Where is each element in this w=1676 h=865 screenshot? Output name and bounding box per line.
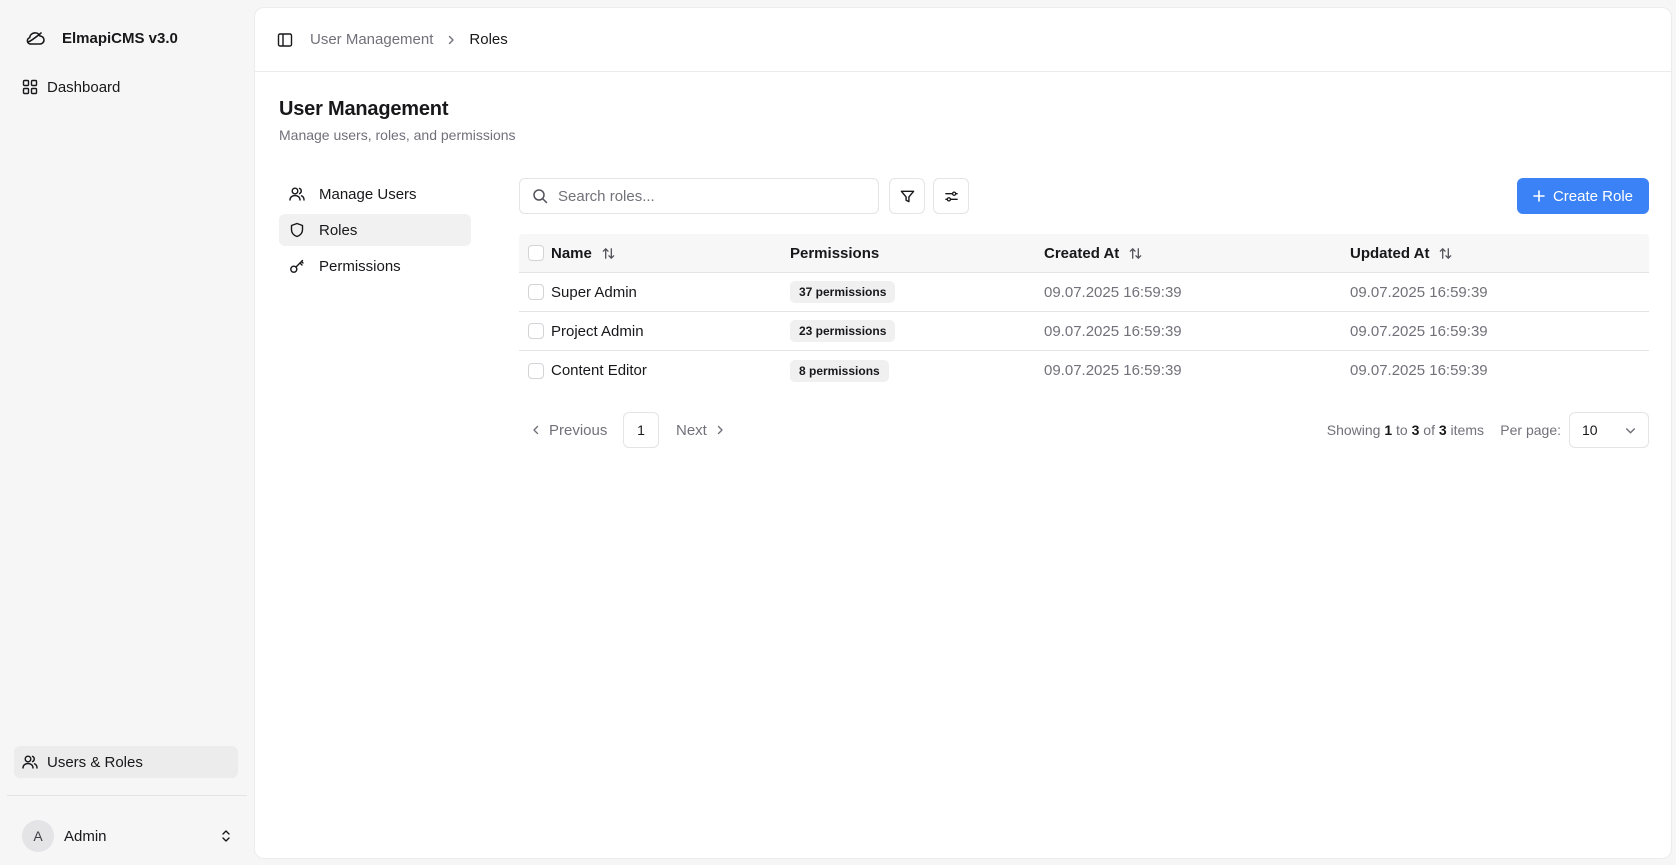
sidebar-item-users-roles[interactable]: Users & Roles: [14, 746, 238, 778]
cloud-logo-icon: [22, 24, 50, 52]
permissions-badge: 37 permissions: [790, 281, 896, 303]
grid-icon: [22, 79, 38, 95]
sidebar: ElmapiCMS v3.0 Dashboard Users & Roles A: [0, 0, 254, 865]
users-icon: [22, 754, 38, 770]
sort-icon[interactable]: [1438, 246, 1453, 261]
subnav-item-label: Roles: [319, 221, 358, 239]
column-header-permissions: Permissions: [790, 244, 880, 262]
per-page-label: Per page:: [1500, 422, 1561, 438]
topbar: User Management Roles: [255, 8, 1671, 72]
subnav-item-label: Permissions: [319, 257, 401, 275]
column-header-updated-at: Updated At: [1350, 244, 1430, 262]
role-name[interactable]: Project Admin: [551, 323, 644, 340]
table-row[interactable]: Content Editor 8 permissions 09.07.2025 …: [519, 351, 1649, 390]
breadcrumb-current: Roles: [469, 31, 508, 48]
showing-summary: Showing 1 to 3 of 3 items: [1327, 412, 1484, 448]
created-at: 09.07.2025 16:59:39: [1044, 322, 1182, 340]
user-name: Admin: [64, 827, 107, 845]
sidebar-toggle-icon[interactable]: [274, 29, 296, 51]
next-page-button[interactable]: Next: [676, 412, 725, 448]
create-role-label: Create Role: [1552, 187, 1634, 205]
chevron-right-icon: [446, 35, 456, 45]
per-page-value: 10: [1582, 422, 1598, 438]
app-title: ElmapiCMS v3.0: [62, 29, 178, 47]
row-checkbox[interactable]: [528, 323, 544, 339]
select-all-checkbox[interactable]: [528, 245, 544, 261]
sidebar-item-label: Dashboard: [47, 78, 121, 96]
role-name[interactable]: Super Admin: [551, 284, 637, 301]
avatar: A: [22, 820, 54, 852]
subnav-item-label: Manage Users: [319, 185, 417, 203]
sidebar-divider: [7, 795, 247, 796]
filter-icon: [900, 189, 915, 204]
showing-items-word: items: [1446, 422, 1484, 438]
showing-from: 1: [1384, 422, 1393, 438]
permissions-badge: 8 permissions: [790, 359, 889, 382]
created-at: 09.07.2025 16:59:39: [1044, 362, 1182, 379]
sort-icon[interactable]: [1128, 246, 1143, 261]
subnav-item-roles[interactable]: Roles: [279, 214, 471, 246]
table-header: Name Permissions Created At Updated At: [519, 234, 1649, 273]
permissions-badge: 23 permissions: [790, 320, 896, 342]
column-header-created-at: Created At: [1044, 244, 1120, 262]
column-settings-button[interactable]: [933, 178, 969, 214]
showing-total: 3: [1438, 422, 1447, 438]
subnav-item-permissions[interactable]: Permissions: [279, 250, 471, 282]
brand[interactable]: ElmapiCMS v3.0: [22, 24, 178, 52]
row-checkbox[interactable]: [528, 362, 544, 379]
updated-at: 09.07.2025 16:59:39: [1350, 322, 1488, 340]
page-subtitle: Manage users, roles, and permissions: [279, 127, 516, 143]
showing-prefix: Showing: [1326, 422, 1385, 438]
showing-to: 3: [1411, 422, 1420, 438]
search-placeholder: Search roles...: [558, 187, 655, 205]
previous-page-button[interactable]: Previous: [531, 412, 607, 448]
chevron-down-icon: [1625, 425, 1636, 436]
filter-button[interactable]: [889, 178, 925, 214]
page-number-button[interactable]: 1: [623, 412, 659, 448]
chevron-right-icon: [715, 425, 725, 435]
next-label: Next: [676, 421, 707, 439]
create-role-button[interactable]: Create Role: [1517, 178, 1649, 214]
row-checkbox[interactable]: [528, 284, 544, 300]
subnav-item-manage-users[interactable]: Manage Users: [279, 178, 471, 210]
per-page-select[interactable]: 10: [1569, 412, 1649, 448]
key-icon: [289, 258, 305, 274]
main-panel: User Management Roles User Management Ma…: [254, 7, 1672, 859]
chevrons-up-down-icon: [214, 824, 238, 848]
users-icon: [289, 186, 305, 202]
breadcrumb-parent[interactable]: User Management: [310, 31, 433, 48]
showing-of-word: of: [1419, 422, 1439, 438]
subnav: Manage Users Roles Permissions: [279, 178, 471, 286]
created-at: 09.07.2025 16:59:39: [1044, 283, 1182, 301]
shield-icon: [289, 222, 305, 238]
table-row[interactable]: Project Admin 23 permissions 09.07.2025 …: [519, 312, 1649, 351]
showing-to-word: to: [1392, 422, 1412, 438]
plus-icon: [1533, 190, 1545, 202]
sort-icon[interactable]: [601, 246, 616, 261]
updated-at: 09.07.2025 16:59:39: [1350, 362, 1488, 379]
page-title: User Management: [279, 98, 449, 120]
sliders-icon: [944, 189, 959, 204]
table-row[interactable]: Super Admin 37 permissions 09.07.2025 16…: [519, 273, 1649, 312]
column-header-name: Name: [551, 244, 592, 262]
sidebar-item-label: Users & Roles: [47, 753, 143, 771]
pagination: Previous 1 Next Showing 1 to 3 of 3 item…: [519, 412, 1649, 448]
previous-label: Previous: [549, 421, 608, 439]
search-icon: [532, 188, 548, 204]
sidebar-item-dashboard[interactable]: Dashboard: [14, 71, 238, 103]
roles-table: Name Permissions Created At Updated At S…: [519, 234, 1649, 390]
chevron-left-icon: [531, 425, 541, 435]
role-name[interactable]: Content Editor: [551, 362, 647, 379]
user-menu[interactable]: A Admin: [14, 820, 238, 852]
updated-at: 09.07.2025 16:59:39: [1350, 283, 1488, 301]
search-input[interactable]: Search roles...: [519, 178, 879, 214]
